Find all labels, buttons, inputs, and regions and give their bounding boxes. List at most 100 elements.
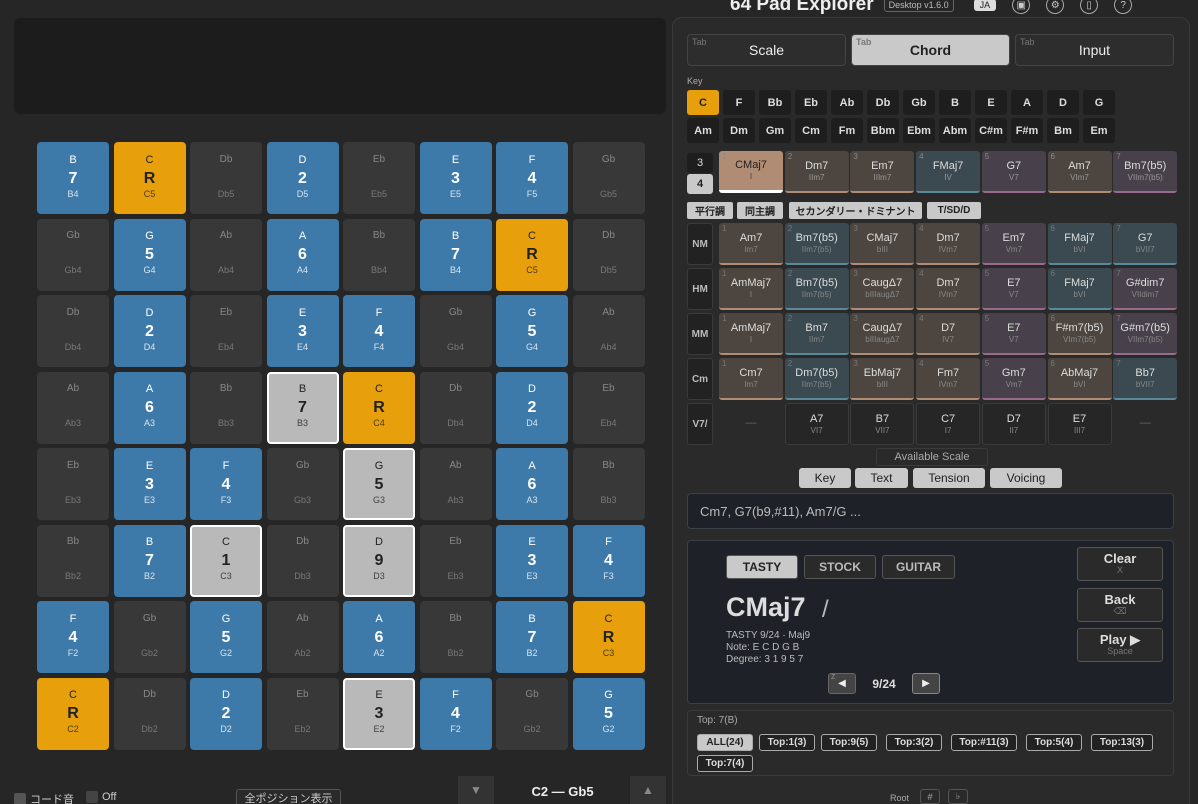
borrowed-chord[interactable]: 7 G#m7(b5) VIIm7(b5) (1113, 313, 1178, 355)
key-button[interactable]: Abm (939, 118, 971, 143)
pad[interactable]: B 7 B4 (37, 142, 109, 214)
pad[interactable]: A 6 A2 (343, 601, 415, 673)
relative-key-tab[interactable]: 平行調 (687, 202, 733, 219)
pad[interactable]: Db Db5 (190, 142, 262, 214)
pad[interactable]: Bb Bb2 (37, 524, 109, 597)
diatonic-chord[interactable]: 3 Em7 IIIm7 (850, 151, 915, 193)
top-chip-all[interactable]: ALL(24) (697, 734, 753, 751)
next-voicing-button[interactable]: ▶ (912, 673, 940, 694)
pad[interactable]: A 6 A3 (496, 448, 568, 520)
key-button[interactable]: B (939, 90, 971, 115)
available-scale-button[interactable]: Available Scale (876, 448, 988, 466)
secondary-dominant-tab[interactable]: セカンダリー・ドミナント (789, 202, 922, 219)
clear-button[interactable]: Clear X (1077, 547, 1163, 581)
input-tab-text[interactable]: Text (855, 468, 908, 488)
pad[interactable]: F 4 F2 (37, 601, 109, 673)
pad[interactable]: D 2 D4 (496, 371, 568, 444)
pad[interactable]: Gb Gb2 (113, 601, 186, 673)
borrowed-chord[interactable]: 2 Bm7(b5) IIm7(b5) (784, 268, 849, 310)
diatonic-chord[interactable]: 1 CMaj7 I (719, 151, 783, 193)
borrowed-chord[interactable]: 6 AbMaj7 bVI (1047, 358, 1112, 400)
borrowed-chord[interactable]: 2 Bm7 IIm7 (784, 313, 849, 355)
diatonic-chord[interactable]: 7 Bm7(b5) VIIm7(b5) (1113, 151, 1178, 193)
triad-button[interactable]: 3 (687, 153, 713, 173)
key-button[interactable]: Am (687, 118, 719, 143)
borrowed-chord[interactable]: 6 F#m7(b5) VIm7(b5) (1047, 313, 1112, 355)
borrowed-chord[interactable]: 7 G7 bVII7 (1113, 223, 1178, 265)
pad[interactable]: E 3 E3 (496, 524, 568, 597)
octave-down-button[interactable]: ▼ (458, 776, 494, 804)
key-button[interactable]: Fm (831, 118, 863, 143)
pad[interactable]: B 7 B2 (496, 601, 568, 673)
key-button[interactable]: Db (867, 90, 899, 115)
borrowed-chord[interactable]: E7 III7 (1047, 403, 1112, 445)
pad[interactable]: A 6 A3 (113, 371, 186, 444)
input-tab-voicing[interactable]: Voicing (990, 468, 1062, 488)
borrowed-chord[interactable]: 7 G#dim7 VIIdim7 (1113, 268, 1178, 310)
key-button[interactable]: C#m (975, 118, 1007, 143)
key-button[interactable]: A (1011, 90, 1043, 115)
pad[interactable]: F 4 F4 (343, 295, 415, 367)
pad[interactable]: C 1 C3 (190, 524, 262, 597)
pad[interactable]: Bb Bb3 (572, 448, 645, 520)
pad[interactable]: G 5 G3 (343, 448, 415, 520)
pad[interactable]: G 5 G4 (113, 218, 186, 291)
pad[interactable]: Db Db3 (266, 524, 339, 597)
key-button[interactable]: Gm (759, 118, 791, 143)
top-chip[interactable]: Top:9(5) (821, 734, 877, 751)
borrowed-chord[interactable]: 7 Bb7 bVII7 (1113, 358, 1178, 400)
borrowed-chord[interactable]: 4 D7 IV7 (916, 313, 981, 355)
borrowed-chord[interactable]: 3 EbMaj7 bIII (850, 358, 915, 400)
pad[interactable]: Eb Eb4 (572, 371, 645, 444)
tab-input[interactable]: Tab Input (1015, 34, 1174, 66)
top-chip[interactable]: Top:3(2) (886, 734, 942, 751)
borrowed-chord[interactable]: 3 CMaj7 bIII (850, 223, 915, 265)
borrowed-chord[interactable]: 5 E7 V7 (981, 313, 1046, 355)
borrowed-chord[interactable]: 5 Em7 Vm7 (981, 223, 1046, 265)
tab-scale[interactable]: Tab Scale (687, 34, 846, 66)
borrowed-chord[interactable]: 1 Am7 Im7 (719, 223, 783, 265)
diatonic-chord[interactable]: 6 Am7 VIm7 (1047, 151, 1112, 193)
pad[interactable]: B 7 B2 (113, 524, 186, 597)
pad[interactable]: F 4 F3 (190, 448, 262, 520)
tab-chord[interactable]: Tab Chord (851, 34, 1010, 66)
borrowed-chord[interactable]: D7 II7 (981, 403, 1046, 445)
pad[interactable]: Gb Gb4 (419, 295, 492, 367)
key-button[interactable]: D (1047, 90, 1079, 115)
pad[interactable]: Db Db2 (113, 677, 186, 750)
key-button[interactable]: Bm (1047, 118, 1079, 143)
pad[interactable]: A 6 A4 (266, 218, 339, 291)
chord-search-input[interactable]: Cm7, G7(b9,#11), Am7/G ... (687, 493, 1174, 529)
borrowed-chord[interactable]: 4 Fm7 IVm7 (916, 358, 981, 400)
off-toggle[interactable]: Off (86, 791, 116, 803)
pad[interactable]: E 3 E5 (419, 142, 492, 214)
key-button[interactable]: Cm (795, 118, 827, 143)
borrowed-chord[interactable]: 6 FMaj7 bVI (1047, 223, 1112, 265)
pad[interactable]: F 4 F5 (496, 142, 568, 214)
borrowed-chord[interactable]: A7 VI7 (784, 403, 849, 445)
borrowed-chord[interactable]: 5 E7 V7 (981, 268, 1046, 310)
pad[interactable]: Ab Ab4 (190, 218, 262, 291)
root-sharp-button[interactable]: # (920, 789, 940, 804)
octave-up-button[interactable]: ▲ (630, 776, 666, 804)
pad[interactable]: D 9 D3 (343, 524, 415, 597)
borrowed-chord[interactable]: 3 CaugΔ7 bIIIaugΔ7 (850, 313, 915, 355)
top-chip[interactable]: Top:13(3) (1091, 734, 1153, 751)
pad[interactable]: B 7 B4 (419, 218, 492, 291)
input-tab-key[interactable]: Key (799, 468, 851, 488)
pad[interactable]: Bb Bb2 (419, 601, 492, 673)
pad[interactable]: Eb Eb3 (37, 448, 109, 520)
pad[interactable]: Ab Ab3 (419, 448, 492, 520)
top-chip[interactable]: Top:1(3) (759, 734, 815, 751)
borrowed-chord[interactable]: 5 Gm7 Vm7 (981, 358, 1046, 400)
borrowed-chord[interactable]: 1 AmMaj7 I (719, 268, 783, 310)
borrowed-chord[interactable]: 3 CaugΔ7 bIIIaugΔ7 (850, 268, 915, 310)
diatonic-chord[interactable]: 4 FMaj7 IV (916, 151, 981, 193)
pad[interactable]: D 2 D2 (190, 677, 262, 750)
parallel-key-tab[interactable]: 同主調 (737, 202, 783, 219)
pad[interactable]: Gb Gb4 (37, 218, 109, 291)
pad[interactable]: C R C4 (343, 371, 415, 444)
pad[interactable]: E 3 E3 (113, 448, 186, 520)
pad[interactable]: Eb Eb2 (266, 677, 339, 750)
pad[interactable]: F 4 F3 (572, 524, 645, 597)
